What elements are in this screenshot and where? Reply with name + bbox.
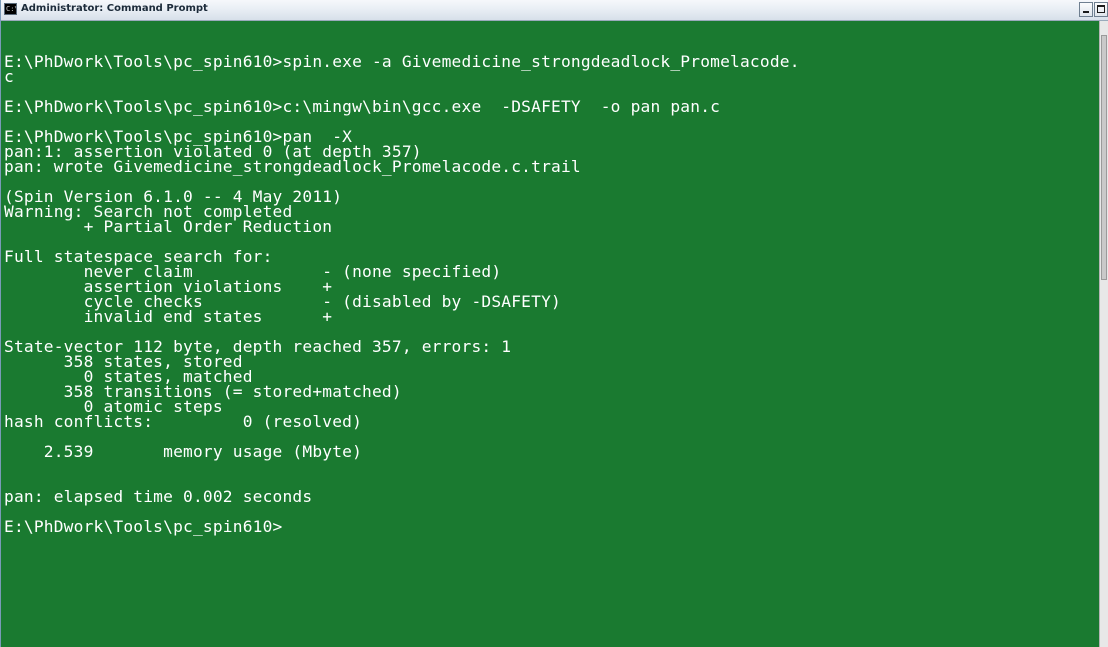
command-prompt-window: C:\ Administrator: Command Prompt E:\PhD…: [0, 0, 1108, 647]
console-line: E:\PhDwork\Tools\pc_spin610>: [4, 517, 283, 536]
window-controls: [1079, 2, 1108, 18]
console-line: hash conflicts: 0 (resolved): [4, 412, 363, 431]
title-bar[interactable]: C:\ Administrator: Command Prompt: [1, 0, 1108, 21]
console-line: E:\PhDwork\Tools\pc_spin610>spin.exe -a …: [4, 52, 800, 71]
window-title: Administrator: Command Prompt: [21, 3, 208, 14]
console-output[interactable]: E:\PhDwork\Tools\pc_spin610>spin.exe -a …: [4, 21, 1099, 647]
console-line: + Partial Order Reduction: [4, 217, 333, 236]
console-line: pan: wrote Givemedicine_strongdeadlock_P…: [4, 157, 581, 176]
vertical-scrollbar[interactable]: [1099, 21, 1108, 647]
scrollbar-thumb[interactable]: [1101, 35, 1107, 280]
console-line: pan: elapsed time 0.002 seconds: [4, 487, 313, 506]
console-icon[interactable]: C:\: [4, 3, 17, 15]
minimize-button[interactable]: [1079, 2, 1093, 17]
console-line: 2.539 memory usage (Mbyte): [4, 442, 363, 461]
console-line: invalid end states +: [4, 307, 333, 326]
minimize-icon: [1083, 11, 1089, 13]
console-line: c: [4, 67, 14, 86]
console-line: E:\PhDwork\Tools\pc_spin610>c:\mingw\bin…: [4, 97, 721, 116]
maximize-button[interactable]: [1094, 2, 1108, 17]
maximize-icon: [1097, 5, 1105, 13]
